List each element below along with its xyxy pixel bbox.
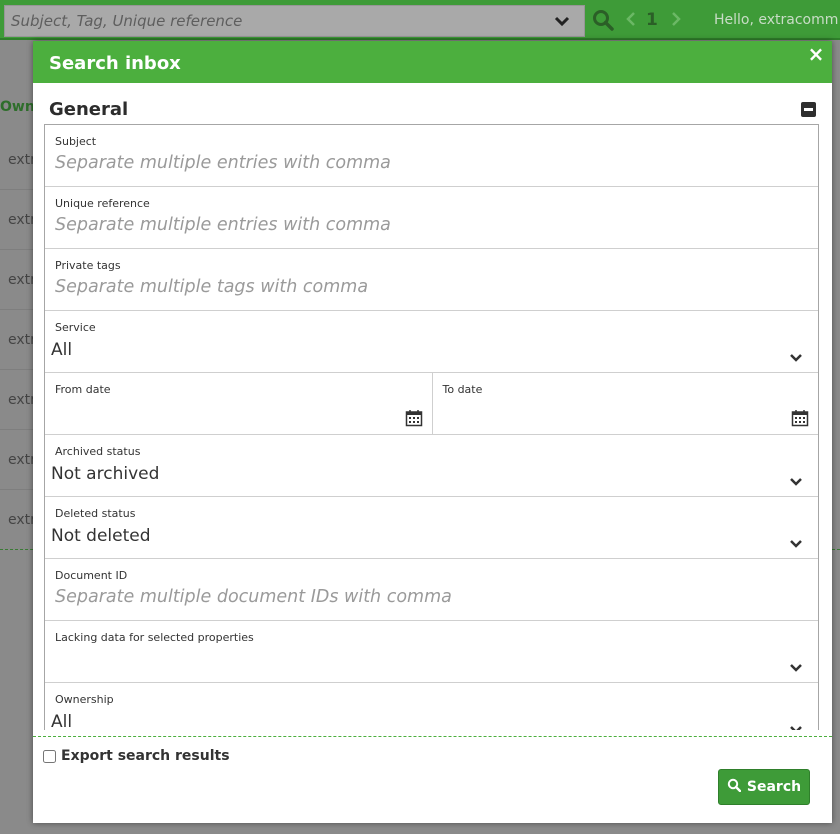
private-tags-input[interactable]: [55, 275, 795, 299]
list-item: extr: [0, 130, 36, 190]
chevron-down-icon: [789, 473, 803, 492]
field-label: Unique reference: [55, 197, 150, 210]
search-icon: [727, 778, 742, 796]
calendar-icon[interactable]: [405, 409, 423, 431]
list-item: extr: [0, 190, 36, 250]
search-button[interactable]: Search: [718, 769, 810, 805]
document-id-input[interactable]: [55, 585, 795, 609]
date-range: From date To date: [45, 373, 818, 435]
selected-value: Not archived: [51, 464, 160, 484]
document-id-field: Document ID: [45, 559, 818, 621]
chevron-down-icon: [789, 535, 803, 554]
field-label: Document ID: [55, 569, 128, 582]
from-date-field[interactable]: From date: [45, 373, 432, 435]
field-label: Private tags: [55, 259, 121, 272]
export-results-checkbox[interactable]: [43, 749, 56, 763]
private-tags-field: Private tags: [45, 249, 818, 311]
deleted-status-select[interactable]: Deleted status Not deleted: [45, 497, 818, 559]
chevron-left-icon[interactable]: [625, 9, 637, 33]
subject-field: Subject: [45, 125, 818, 187]
chevron-down-icon: [789, 721, 803, 730]
field-label: Subject: [55, 135, 97, 148]
chevron-right-icon[interactable]: [670, 9, 682, 33]
unique-reference-field: Unique reference: [45, 187, 818, 249]
export-results-option[interactable]: Export search results: [43, 748, 230, 764]
to-date-field[interactable]: To date: [431, 373, 819, 435]
list-item: extr: [0, 250, 36, 310]
unique-reference-input[interactable]: [55, 213, 795, 237]
chevron-down-icon: [789, 349, 803, 368]
archived-status-select[interactable]: Archived status Not archived: [45, 435, 818, 497]
service-select[interactable]: Service All: [45, 311, 818, 373]
section-title: General: [49, 99, 129, 120]
field-label: To date: [442, 383, 483, 396]
search-inbox-dialog: Search inbox × General Subject Unique re…: [33, 41, 832, 823]
ownership-select[interactable]: Ownership All: [45, 683, 818, 730]
field-label: Lacking data for selected properties: [55, 631, 254, 644]
subject-input[interactable]: [55, 151, 795, 175]
field-label: Deleted status: [55, 507, 136, 520]
top-search-input[interactable]: [5, 6, 545, 36]
field-label: Archived status: [55, 445, 141, 458]
dialog-title: Search inbox: [49, 53, 181, 74]
selected-value: All: [51, 712, 73, 730]
field-label: From date: [55, 383, 111, 396]
general-form: Subject Unique reference Private tags Se…: [44, 124, 819, 730]
field-label: Ownership: [55, 693, 114, 706]
export-results-label: Export search results: [61, 748, 230, 764]
divider: [33, 736, 832, 737]
top-search-box: [4, 5, 585, 37]
chevron-down-icon[interactable]: [554, 13, 570, 33]
page-number: 1: [646, 10, 658, 30]
list-item: extr: [0, 310, 36, 370]
calendar-icon[interactable]: [791, 409, 809, 431]
lacking-data-select[interactable]: Lacking data for selected properties: [45, 621, 818, 683]
close-icon[interactable]: ×: [806, 44, 826, 64]
collapse-icon[interactable]: [801, 102, 816, 117]
top-bar: 1 Hello, extracomm: [0, 0, 840, 40]
field-label: Service: [55, 321, 96, 334]
list-item: extr: [0, 430, 36, 490]
selected-value: Not deleted: [51, 526, 151, 546]
list-item: extr: [0, 370, 36, 430]
list-item: extr: [8, 512, 36, 528]
search-icon[interactable]: [592, 9, 614, 35]
chevron-down-icon: [789, 659, 803, 678]
search-button-label: Search: [746, 779, 802, 795]
selected-value: All: [51, 340, 73, 360]
dialog-header: Search inbox ×: [33, 41, 832, 83]
user-greeting[interactable]: Hello, extracomm: [714, 12, 838, 28]
